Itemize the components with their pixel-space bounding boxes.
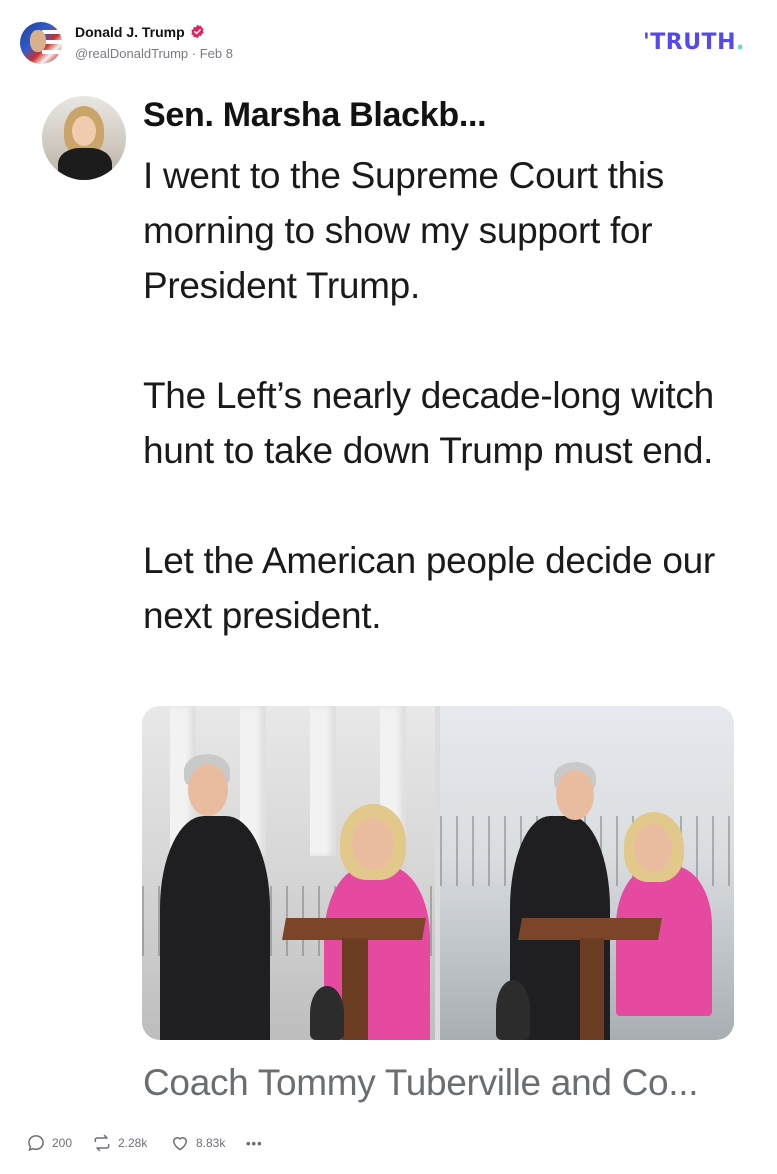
avatar-body	[58, 148, 112, 180]
podium-top	[282, 918, 426, 940]
column	[310, 706, 336, 856]
embedded-caption: Coach Tommy Tuberville and Co...	[143, 1062, 699, 1103]
author-name[interactable]: Donald J. Trump	[75, 24, 185, 40]
embedded-post-text: I went to the Supreme Court this morning…	[143, 148, 753, 643]
person-head	[188, 764, 228, 816]
author-avatar[interactable]	[20, 22, 62, 64]
verified-badge-icon	[191, 24, 204, 39]
retruth-button[interactable]: 2.28k	[92, 1130, 147, 1156]
podium-top	[518, 918, 662, 940]
truth-logo[interactable]: 'TRUTH.	[643, 30, 745, 55]
embedded-photo-left[interactable]	[142, 706, 435, 1040]
like-count: 8.83k	[196, 1136, 226, 1150]
bollard	[496, 980, 530, 1040]
podium-stand	[580, 938, 604, 1040]
person-head	[352, 818, 394, 870]
person-head	[556, 770, 594, 820]
retruth-count: 2.28k	[118, 1136, 148, 1150]
embedded-photo-right[interactable]	[440, 706, 734, 1040]
reply-count: 200	[52, 1136, 73, 1150]
embedded-paragraph: I went to the Supreme Court this morning…	[143, 155, 664, 306]
more-icon: •••	[246, 1135, 263, 1151]
embedded-paragraph: Let the American people decide our next …	[143, 540, 715, 636]
post-action-bar: 200 2.28k 8.83k •••	[0, 1130, 777, 1160]
reply-button[interactable]: 200	[26, 1130, 72, 1156]
embedded-author-name: Sen. Marsha Blackb...	[143, 96, 487, 134]
retruth-icon	[94, 1134, 110, 1152]
avatar-flag-stripe	[42, 50, 62, 54]
person-in-dark-coat	[160, 816, 270, 1040]
avatar-face	[30, 30, 46, 52]
avatar-flag-stripe	[42, 30, 62, 34]
bollard	[310, 986, 344, 1040]
avatar-face	[72, 116, 96, 146]
like-icon	[173, 1137, 187, 1151]
like-button[interactable]: 8.83k	[170, 1130, 225, 1156]
post-header: Donald J. Trump @realDonaldTrump · Feb 8…	[0, 0, 777, 80]
embedded-paragraph: The Left’s nearly decade-long witch hunt…	[143, 375, 714, 471]
brand-text: TRUTH	[650, 30, 736, 55]
person-head	[634, 824, 672, 872]
person-in-pink-blazer	[616, 866, 712, 1016]
reply-icon	[28, 1135, 44, 1151]
embedded-author-avatar	[42, 96, 126, 180]
more-button[interactable]: •••	[246, 1130, 263, 1156]
podium-stand	[342, 938, 368, 1040]
author-handle-date[interactable]: @realDonaldTrump · Feb 8	[75, 46, 233, 61]
embedded-photo-grid[interactable]	[142, 706, 734, 1040]
